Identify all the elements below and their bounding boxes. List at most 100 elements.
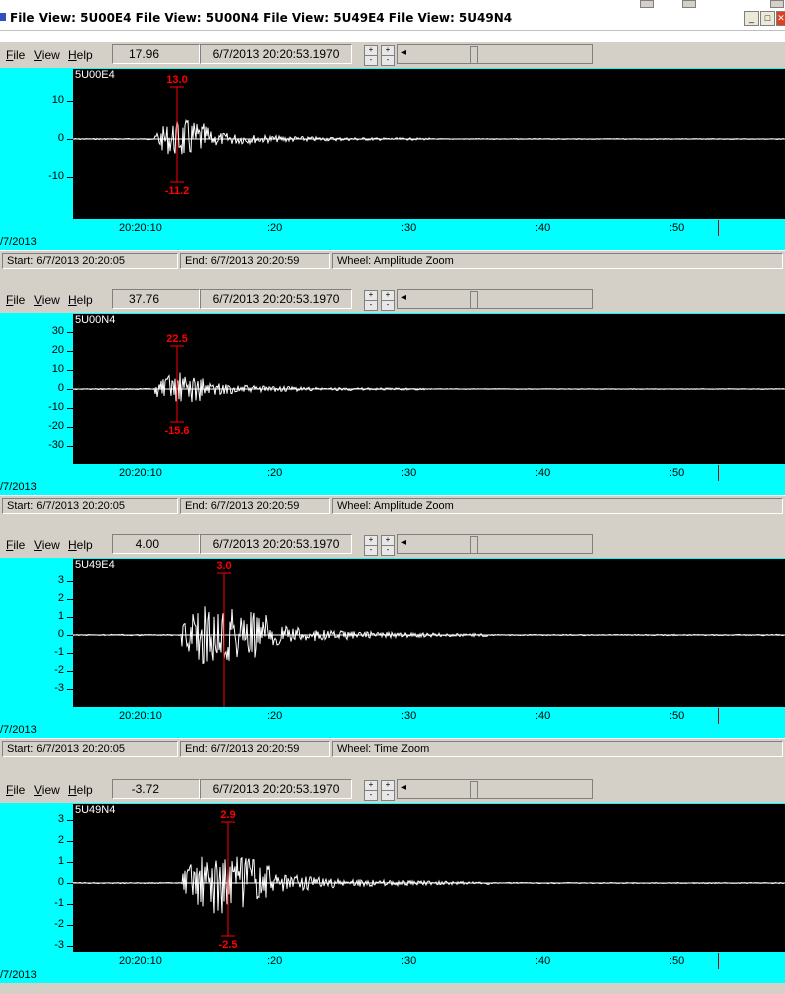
taskbar-icon[interactable] bbox=[770, 0, 784, 8]
seismogram-plot[interactable]: 2.9 -2.5 bbox=[73, 804, 785, 952]
y-tick-label: -1 bbox=[54, 646, 64, 658]
y-tick-mark bbox=[67, 446, 73, 447]
menu-view[interactable]: View bbox=[34, 48, 60, 62]
x-tick-label: 20:20:10 bbox=[119, 222, 162, 234]
zoom-out-y-button[interactable]: - bbox=[381, 300, 395, 311]
menu-file[interactable]: File bbox=[6, 783, 25, 797]
zoom-out-x-button[interactable]: - bbox=[364, 300, 378, 311]
panel-toolbar: File View Help 37.76 6/7/2013 20:20:53.1970 +… bbox=[0, 287, 785, 314]
time-cursor-marker[interactable] bbox=[718, 220, 719, 236]
seismogram-plot[interactable]: 13.0 -11.2 bbox=[73, 69, 785, 219]
scroll-thumb[interactable] bbox=[470, 46, 478, 64]
menu-view[interactable]: View bbox=[34, 293, 60, 307]
y-tick-label: 2 bbox=[57, 834, 64, 846]
y-tick-label: 0 bbox=[57, 628, 64, 640]
menu-file[interactable]: File bbox=[6, 538, 25, 552]
amplitude-readout: -3.72 bbox=[112, 779, 200, 799]
x-tick-label: :50 bbox=[669, 222, 685, 234]
wheel-value: Time Zoom bbox=[374, 743, 430, 755]
close-button[interactable]: ✕ bbox=[776, 11, 785, 26]
peak-min-label: -11.2 bbox=[165, 185, 189, 197]
zoom-out-x-button[interactable]: - bbox=[364, 55, 378, 66]
x-tick-label: :50 bbox=[669, 467, 685, 479]
start-label: Start: bbox=[7, 255, 37, 267]
waveform: 13.0 -11.2 bbox=[73, 74, 785, 197]
menu-help[interactable]: Help bbox=[68, 293, 93, 307]
time-cursor-marker[interactable] bbox=[718, 465, 719, 481]
zoom-out-y-button[interactable]: - bbox=[381, 545, 395, 556]
time-scrollbar[interactable]: ◂ bbox=[397, 779, 593, 799]
zoom-out-x-button[interactable]: - bbox=[364, 545, 378, 556]
y-tick-label: -10 bbox=[48, 401, 64, 413]
start-value: 6/7/2013 20:20:05 bbox=[36, 743, 126, 755]
y-tick-mark bbox=[67, 351, 73, 352]
y-tick-mark bbox=[67, 841, 73, 842]
taskbar-icon[interactable] bbox=[682, 0, 696, 8]
wheel-value: Amplitude Zoom bbox=[373, 255, 454, 267]
menu-view[interactable]: View bbox=[34, 538, 60, 552]
start-time-field: Start: 6/7/2013 20:20:05 bbox=[2, 253, 178, 269]
time-scrollbar[interactable]: ◂ bbox=[397, 44, 593, 64]
plot-frame: 3.0-4.05U49E4 3 2 1 0 -1 -2 -3 20:20:10:20:30:40… bbox=[0, 558, 785, 738]
amplitude-readout: 4.00 bbox=[112, 534, 200, 554]
y-tick-label: -20 bbox=[48, 420, 64, 432]
end-value: 6/7/2013 20:20:59 bbox=[210, 500, 300, 512]
title-strip: File View: 5U00E4 File View: 5U00N4 File… bbox=[0, 8, 785, 31]
menu-file[interactable]: File bbox=[6, 48, 25, 62]
end-value: 6/7/2013 20:20:59 bbox=[210, 743, 300, 755]
peak-max-label: 13.0 bbox=[166, 74, 187, 86]
panel-statusbar: Start: 6/7/2013 20:20:05 End: 6/7/2013 20… bbox=[0, 250, 785, 271]
amplitude-readout: 17.96 bbox=[112, 44, 200, 64]
peak-max-label: 22.5 bbox=[166, 333, 187, 345]
peak-min-label: -15.6 bbox=[164, 425, 189, 437]
scroll-left-icon[interactable]: ◂ bbox=[401, 537, 406, 548]
trace-path bbox=[73, 856, 785, 914]
time-cursor-marker[interactable] bbox=[718, 953, 719, 969]
plot-frame: 13.0 -11.2 5U00E4 10 0 -10 20:20:10:20:30:40:5… bbox=[0, 68, 785, 250]
zoom-out-x-button[interactable]: - bbox=[364, 790, 378, 801]
y-tick-mark bbox=[67, 820, 73, 821]
x-tick-label: :20 bbox=[267, 222, 283, 234]
time-scrollbar[interactable]: ◂ bbox=[397, 534, 593, 554]
panel-statusbar: Start: 6/7/2013 20:20:05 End: 6/7/2013 20… bbox=[0, 495, 785, 516]
scroll-left-icon[interactable]: ◂ bbox=[401, 292, 406, 303]
window-title: File View: 5U00E4 File View: 5U00N4 File… bbox=[10, 11, 513, 25]
cursor-time-readout: 6/7/2013 20:20:53.1970 bbox=[200, 779, 352, 799]
scroll-thumb[interactable] bbox=[470, 536, 478, 554]
seismogram-plot[interactable]: 22.5 -15.6 bbox=[73, 314, 785, 464]
y-tick-label: -1 bbox=[54, 897, 64, 909]
y-tick-mark bbox=[67, 408, 73, 409]
maximize-button[interactable]: □ bbox=[760, 11, 775, 26]
zoom-out-y-button[interactable]: - bbox=[381, 55, 395, 66]
y-tick-mark bbox=[67, 904, 73, 905]
menu-help[interactable]: Help bbox=[68, 48, 93, 62]
y-tick-label: 10 bbox=[51, 363, 64, 375]
scroll-thumb[interactable] bbox=[470, 781, 478, 799]
scroll-left-icon[interactable]: ◂ bbox=[401, 782, 406, 793]
menu-help[interactable]: Help bbox=[68, 783, 93, 797]
menu-help[interactable]: Help bbox=[68, 538, 93, 552]
wheel-value: Amplitude Zoom bbox=[373, 500, 454, 512]
y-tick-mark bbox=[67, 689, 73, 690]
time-cursor-marker[interactable] bbox=[718, 708, 719, 724]
taskbar-strip bbox=[0, 0, 785, 8]
y-tick-label: 0 bbox=[57, 132, 64, 144]
peak-max-label: 3.0 bbox=[216, 560, 231, 572]
y-tick-mark bbox=[67, 883, 73, 884]
date-label: /7/2013 bbox=[0, 724, 37, 736]
y-tick-mark bbox=[67, 427, 73, 428]
zoom-out-y-button[interactable]: - bbox=[381, 790, 395, 801]
minimize-button[interactable]: _ bbox=[744, 11, 759, 26]
menu-view[interactable]: View bbox=[34, 783, 60, 797]
x-tick-label: :50 bbox=[669, 955, 685, 967]
y-tick-mark bbox=[67, 635, 73, 636]
menu-file[interactable]: File bbox=[6, 293, 25, 307]
time-scrollbar[interactable]: ◂ bbox=[397, 289, 593, 309]
start-label: Start: bbox=[7, 743, 37, 755]
scroll-left-icon[interactable]: ◂ bbox=[401, 47, 406, 58]
end-value: 6/7/2013 20:20:59 bbox=[210, 255, 300, 267]
taskbar-icon[interactable] bbox=[640, 0, 654, 8]
x-tick-label: 20:20:10 bbox=[119, 710, 162, 722]
seismogram-plot[interactable]: 3.0-4.0 bbox=[73, 559, 785, 707]
scroll-thumb[interactable] bbox=[470, 291, 478, 309]
